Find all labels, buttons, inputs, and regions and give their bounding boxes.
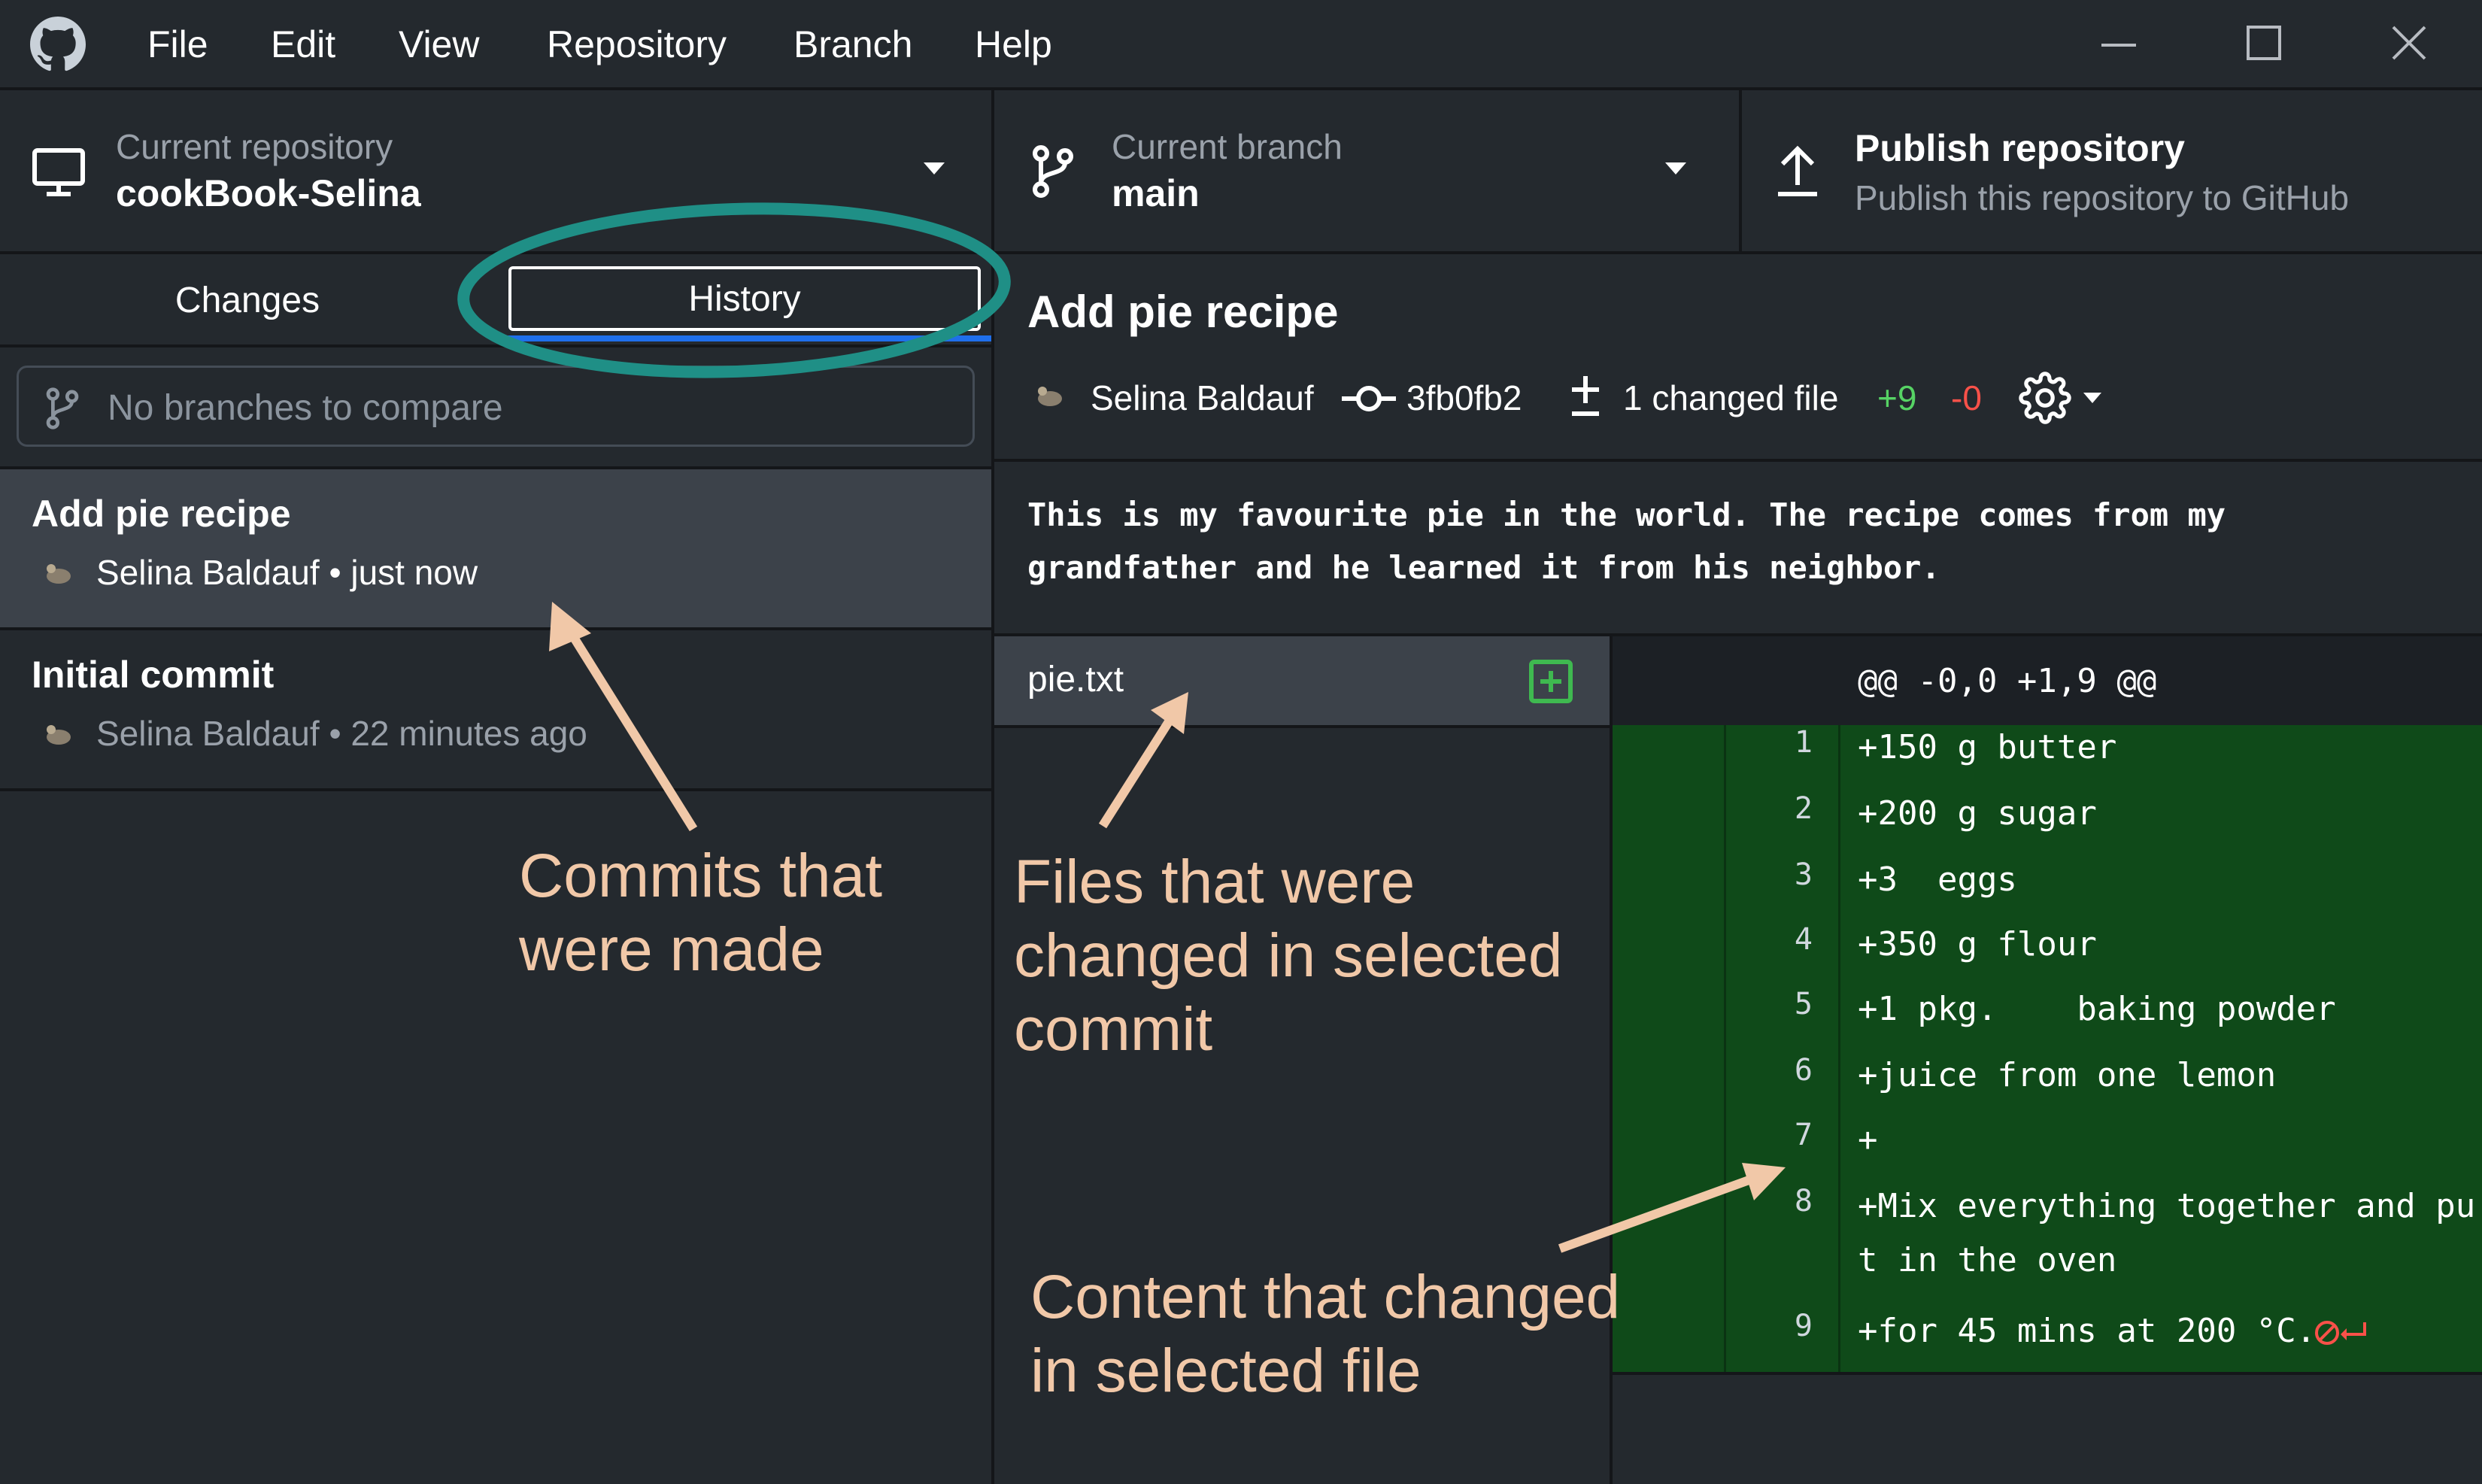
menu-branch[interactable]: Branch [793, 23, 912, 66]
branch-label: Current branch [1112, 127, 1343, 166]
avatar [47, 564, 71, 584]
diff-line-text: +Mix everything together and pu [1858, 1187, 2476, 1225]
file-name: pie.txt [1027, 660, 1124, 700]
diff-line: 9 +for 45 mins at 200 °C. [1613, 1309, 2482, 1361]
commit-title: Add pie recipe [32, 493, 291, 535]
avatar [47, 725, 71, 745]
github-logo-icon [30, 17, 86, 71]
title-bar: File Edit View Repository Branch Help [0, 0, 2482, 90]
diff-lines: 1 +150 g butter 2 +200 g sugar 3 +3 eggs 4 +350… [1613, 725, 2482, 1372]
menu-help[interactable]: Help [975, 23, 1052, 66]
git-branch-icon [1033, 145, 1073, 198]
menu-view[interactable]: View [399, 23, 479, 66]
publish-subtitle: Publish this repository to GitHub [1855, 178, 2350, 217]
commit-author: Selina Baldauf [96, 714, 320, 753]
no-newline-icon [2315, 1321, 2366, 1345]
menu-repository[interactable]: Repository [547, 23, 727, 66]
compare-branch-input[interactable]: No branches to compare [17, 366, 975, 447]
diff-icon [1572, 376, 1599, 416]
diff-line-number: 3 [1794, 857, 1813, 892]
menu-edit[interactable]: Edit [271, 23, 335, 66]
commit-list-item[interactable]: Initial commit Selina Baldauf • 22 minut… [0, 630, 991, 791]
git-branch-icon [46, 387, 79, 429]
diff-line-text: + [1858, 1121, 1878, 1159]
commit-meta: Selina Baldauf • just now [96, 553, 478, 592]
diff-line-number: 8 [1794, 1184, 1813, 1218]
tab-history[interactable]: History [508, 266, 981, 331]
commit-sha[interactable]: 3fb0fb2 [1406, 378, 1522, 418]
commit-title: Initial commit [32, 654, 275, 696]
annotation-commits: Commits that were made [519, 842, 882, 984]
computer-icon [32, 148, 85, 196]
branch-name: main [1112, 172, 1200, 214]
minimize-icon[interactable] [2092, 17, 2145, 69]
commit-meta: Selina Baldauf • 22 minutes ago [96, 714, 587, 753]
diff-line-number: 6 [1794, 1053, 1813, 1088]
active-tab-indicator [498, 335, 991, 341]
diff-line-text: +200 g sugar [1858, 794, 2097, 833]
upload-icon [1778, 145, 1817, 196]
publish-repository-button[interactable]: Publish repository Publish this reposito… [1742, 90, 2482, 251]
close-icon[interactable] [2383, 17, 2435, 69]
diff-line-text: +350 g flour [1858, 925, 2097, 964]
diff-line-text: +for 45 mins at 200 °C. [1858, 1312, 2317, 1350]
diff-line-text: +150 g butter [1858, 728, 2117, 766]
diff-line-number: 1 [1794, 725, 1813, 760]
file-list-item[interactable]: pie.txt [994, 636, 1610, 725]
diff-line-number: 2 [1794, 791, 1813, 826]
diff-line-text: +juice from one lemon [1858, 1056, 2277, 1094]
annotation-content: Content that changed in selected file [1030, 1263, 1621, 1405]
gear-icon [2019, 372, 2071, 424]
git-commit-icon [1342, 386, 1396, 411]
plus-square-icon [1529, 660, 1573, 703]
diff-line-text: +3 eggs [1858, 860, 2017, 899]
chevron-down-icon [924, 162, 945, 174]
diff-line-text: +1 pkg. baking powder [1858, 990, 2336, 1028]
diff-line-number: 9 [1794, 1309, 1813, 1343]
avatar [1038, 387, 1062, 406]
commit-detail-author: Selina Baldauf [1091, 378, 1314, 417]
diff-line: 3 +3 eggs [1613, 857, 2482, 910]
commit-time: 22 minutes ago [350, 714, 587, 753]
repository-label: Current repository [116, 127, 393, 166]
diff-line: 7 + [1613, 1118, 2482, 1170]
menu-file[interactable]: File [147, 23, 208, 66]
diff-line-number: 7 [1794, 1118, 1813, 1152]
compare-placeholder: No branches to compare [108, 388, 503, 428]
commit-author: Selina Baldauf [96, 553, 320, 592]
tab-changes[interactable]: Changes [0, 254, 495, 346]
diff-line: 1 +150 g butter [1613, 725, 2482, 778]
commit-detail-title: Add pie recipe [1027, 287, 1339, 337]
deletions-count: -0 [1951, 378, 1982, 417]
diff-line: 5 +1 pkg. baking powder [1613, 987, 2482, 1039]
commit-description-line: grandfather and he learned it from his n… [1027, 549, 1940, 586]
diff-line: 8 +Mix everything together and pu [1613, 1184, 2482, 1237]
diff-line-number: 4 [1794, 922, 1813, 957]
repository-name: cookBook-Selina [116, 172, 421, 214]
branch-selector[interactable]: Current branch main [994, 90, 1739, 251]
chevron-down-icon [1665, 162, 1686, 174]
repository-selector[interactable]: Current repository cookBook-Selina [0, 90, 991, 251]
hunk-header-text: @@ -0,0 +1,9 @@ [1858, 662, 2157, 700]
diff-settings-button[interactable] [2019, 372, 2109, 424]
diff-line-number: 5 [1794, 987, 1813, 1021]
chevron-down-icon [2083, 393, 2101, 403]
commit-time: just now [350, 553, 478, 592]
diff-hunk-header: @@ -0,0 +1,9 @@ [1613, 636, 2482, 725]
annotation-files: Files that were changed in selected comm… [1014, 848, 1563, 1064]
diff-line: t in the oven [1613, 1238, 2482, 1291]
commit-description-line: This is my favourite pie in the world. T… [1027, 496, 2226, 533]
additions-count: +9 [1877, 378, 1917, 417]
diff-line: 6 +juice from one lemon [1613, 1053, 2482, 1106]
changed-files-count: 1 changed file [1623, 378, 1839, 417]
maximize-icon[interactable] [2238, 17, 2290, 69]
diff-line: 2 +200 g sugar [1613, 791, 2482, 844]
commit-list-item[interactable]: Add pie recipe Selina Baldauf • just now [0, 469, 991, 630]
diff-line-text: t in the oven [1858, 1241, 2117, 1279]
diff-line: 4 +350 g flour [1613, 922, 2482, 975]
publish-title: Publish repository [1855, 127, 2185, 169]
toolbar: Current repository cookBook-Selina Curre… [0, 90, 2482, 254]
